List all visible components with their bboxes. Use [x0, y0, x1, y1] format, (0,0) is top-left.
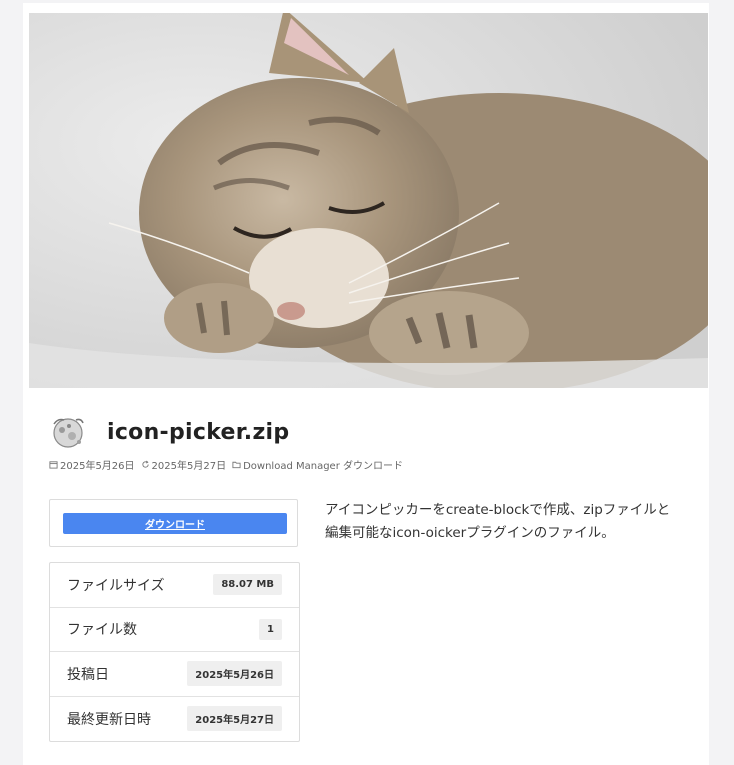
info-row-file-count: ファイル数 1 [50, 608, 299, 652]
post-header: icon-picker.zip [48, 412, 289, 452]
folder-icon [232, 461, 241, 469]
file-info-table: ファイルサイズ 88.07 MB ファイル数 1 投稿日 2025年5月26日 … [49, 562, 300, 742]
info-value: 88.07 MB [213, 574, 282, 596]
refresh-icon [141, 460, 149, 468]
page-title: icon-picker.zip [107, 419, 290, 445]
description-line: 編集可能なicon-oickerプラグインのファイル。 [325, 525, 615, 541]
published-date: 2025年5月26日 [49, 457, 135, 472]
info-row-updated: 最終更新日時 2025年5月27日 [50, 697, 299, 742]
category-link[interactable]: Download Manager ダウンロード [232, 457, 403, 472]
hero-image [29, 13, 708, 388]
calendar-icon [49, 461, 58, 469]
post-meta: 2025年5月26日 2025年5月27日 Download Manager ダ… [49, 457, 403, 472]
info-row-published: 投稿日 2025年5月26日 [50, 652, 299, 697]
info-value: 2025年5月27日 [187, 706, 282, 732]
info-row-file-size: ファイルサイズ 88.07 MB [50, 563, 299, 608]
description-line: アイコンピッカーをcreate-blockで作成、zipファイルと [325, 502, 671, 518]
kitten-illustration [29, 13, 708, 388]
info-label: ファイルサイズ [67, 577, 165, 594]
file-description: アイコンピッカーをcreate-blockで作成、zipファイルと 編集可能なi… [325, 499, 695, 545]
download-box: ダウンロード [49, 499, 298, 547]
author-avatar-icon [53, 418, 84, 448]
info-label: 投稿日 [67, 666, 109, 683]
info-value: 1 [259, 618, 282, 640]
download-button[interactable]: ダウンロード [63, 513, 287, 534]
info-label: ファイル数 [67, 622, 137, 639]
updated-date: 2025年5月27日 [141, 457, 226, 472]
info-label: 最終更新日時 [67, 711, 151, 728]
info-value: 2025年5月26日 [187, 661, 282, 687]
